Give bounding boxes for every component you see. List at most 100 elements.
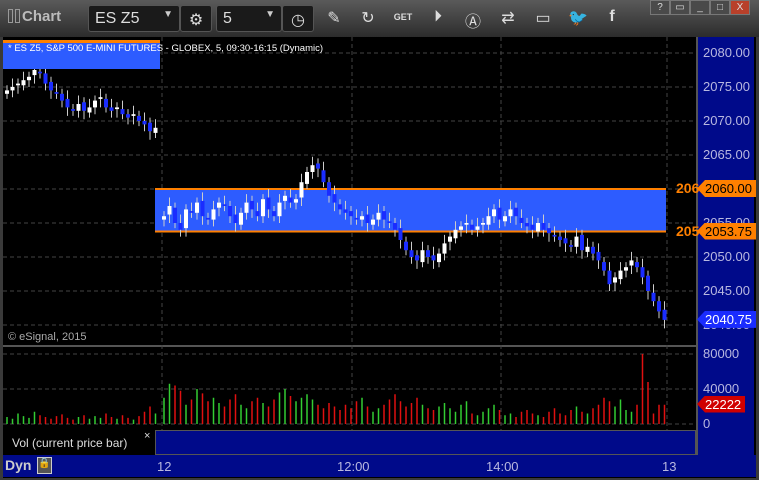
candle-body	[360, 216, 364, 220]
candle-body	[211, 209, 216, 220]
candle-body	[481, 223, 485, 225]
candle-body	[349, 211, 353, 217]
price-tick-label: 2050.00	[703, 249, 750, 264]
candle-body	[294, 199, 298, 203]
candle-body	[657, 301, 661, 312]
candle-body	[16, 83, 20, 86]
candle-body	[126, 114, 130, 118]
candle-body	[43, 73, 48, 84]
price-tick-label: 2075.00	[703, 79, 750, 94]
candle-body	[109, 107, 114, 111]
candle-body	[244, 202, 249, 213]
candle-body	[327, 182, 331, 196]
candle-body	[470, 224, 474, 230]
time-tick-label: 12:00	[337, 459, 370, 474]
candle-body	[228, 206, 232, 217]
zone-upper-price-tag: 2060.00	[697, 180, 756, 197]
candle-body	[142, 121, 147, 125]
candle-body	[120, 109, 125, 115]
lock-icon[interactable]: 🔒	[37, 457, 52, 474]
candle-body	[250, 200, 254, 210]
candle-body	[217, 202, 221, 208]
candle-body	[371, 219, 375, 225]
last-price-tag: 2040.75	[697, 310, 756, 328]
zone-lower-label: 205	[676, 222, 700, 239]
candle-body	[195, 202, 199, 213]
candle-body	[382, 211, 386, 220]
candle-body	[387, 221, 392, 223]
candle-body	[547, 228, 551, 234]
candle-body	[569, 245, 573, 247]
candle-body	[354, 217, 359, 220]
candle-body	[153, 127, 158, 133]
candle-body	[338, 204, 342, 210]
candle-body	[115, 107, 119, 110]
candle-body	[497, 207, 502, 220]
candle-body	[178, 223, 183, 230]
candle-body	[167, 206, 172, 215]
candle-body	[662, 309, 667, 320]
candle-body	[585, 246, 590, 252]
candle-body	[514, 207, 518, 217]
candle-body	[409, 250, 414, 257]
candle-body	[305, 172, 309, 184]
candle-body	[184, 209, 188, 229]
candle-body	[162, 216, 166, 220]
candle-body	[277, 202, 282, 217]
candle-body	[398, 228, 403, 240]
candle-body	[21, 80, 26, 86]
candle-body	[38, 71, 42, 74]
candle-body	[536, 223, 540, 232]
candle-body	[426, 250, 430, 257]
candle-body	[87, 107, 92, 113]
candle-body	[415, 255, 419, 261]
candle-body	[321, 170, 326, 183]
price-tick-label: 2070.00	[703, 113, 750, 128]
candle-body	[173, 207, 177, 223]
candle-body	[602, 262, 606, 271]
candle-body	[558, 236, 562, 240]
candle-body	[98, 97, 103, 99]
candle-body	[343, 209, 348, 213]
candle-body	[148, 122, 152, 132]
candle-body	[431, 255, 436, 261]
candle-body	[233, 214, 238, 223]
candle-body	[552, 234, 557, 237]
candle-body	[255, 211, 260, 217]
candle-body	[49, 81, 53, 91]
candle-body	[618, 270, 623, 280]
candle-body	[464, 223, 469, 225]
candle-body	[459, 226, 463, 230]
candle-body	[82, 102, 86, 111]
last-volume-tag: 22222	[697, 395, 746, 413]
candle-body	[32, 70, 37, 76]
price-tick-label: 2045.00	[703, 283, 750, 298]
candle-body	[10, 87, 15, 91]
candle-body	[288, 197, 293, 203]
candle-body	[393, 223, 397, 230]
close-study-button[interactable]: ×	[144, 430, 150, 442]
candle-body	[310, 165, 315, 172]
candle-body	[266, 197, 271, 210]
candle-body	[376, 212, 381, 220]
candle-body	[189, 211, 194, 213]
candle-body	[27, 76, 31, 81]
chart-plot	[3, 37, 696, 430]
candle-body	[651, 292, 656, 302]
candle-body	[574, 236, 579, 247]
candle-body	[525, 223, 529, 227]
zone-upper-label: 206	[676, 180, 700, 196]
candle-body	[437, 253, 441, 263]
candle-body	[448, 236, 452, 242]
candle-body	[5, 90, 9, 94]
volume-tick-label: 40000	[703, 381, 740, 396]
candle-body	[503, 216, 507, 222]
candle-body	[222, 204, 227, 206]
candle-body	[65, 98, 70, 108]
candle-body	[541, 223, 546, 230]
volume-study-bar	[155, 430, 696, 455]
candle-body	[131, 114, 136, 116]
candle-body	[591, 246, 595, 254]
candle-body	[607, 270, 612, 285]
candle-body	[475, 226, 480, 230]
